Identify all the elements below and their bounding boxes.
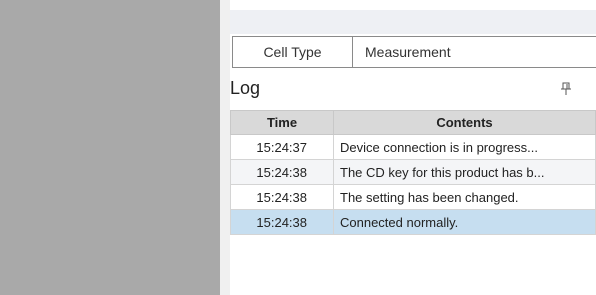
splitter[interactable] xyxy=(220,0,230,295)
log-row-contents: The setting has been changed. xyxy=(333,184,596,210)
pin-icon[interactable] xyxy=(560,82,572,96)
top-strip xyxy=(230,10,596,34)
column-header-contents[interactable]: Contents xyxy=(333,110,596,135)
tab-measurement[interactable]: Measurement xyxy=(352,36,596,68)
log-row-selected[interactable]: 15:24:38 Connected normally. xyxy=(230,209,596,235)
log-header: Log xyxy=(230,76,596,104)
log-table-header: Time Contents xyxy=(230,110,596,135)
tab-cell-type[interactable]: Cell Type xyxy=(232,36,352,68)
left-panel xyxy=(0,0,220,295)
log-row-time: 15:24:37 xyxy=(230,134,334,160)
log-panel: Log Time Contents 15:24:37 Device connec… xyxy=(230,76,596,295)
log-row[interactable]: 15:24:38 The CD key for this product has… xyxy=(230,159,596,185)
log-row-time: 15:24:38 xyxy=(230,184,334,210)
log-row[interactable]: 15:24:37 Device connection is in progres… xyxy=(230,134,596,160)
log-title: Log xyxy=(230,78,261,98)
log-row-time: 15:24:38 xyxy=(230,209,334,235)
tab-bar: Cell Type Measurement xyxy=(230,34,596,70)
log-row-contents: The CD key for this product has b... xyxy=(333,159,596,185)
log-row-time: 15:24:38 xyxy=(230,159,334,185)
log-row[interactable]: 15:24:38 The setting has been changed. xyxy=(230,184,596,210)
log-table: Time Contents 15:24:37 Device connection… xyxy=(230,110,596,235)
log-row-contents: Device connection is in progress... xyxy=(333,134,596,160)
column-header-time[interactable]: Time xyxy=(230,110,334,135)
log-row-contents: Connected normally. xyxy=(333,209,596,235)
